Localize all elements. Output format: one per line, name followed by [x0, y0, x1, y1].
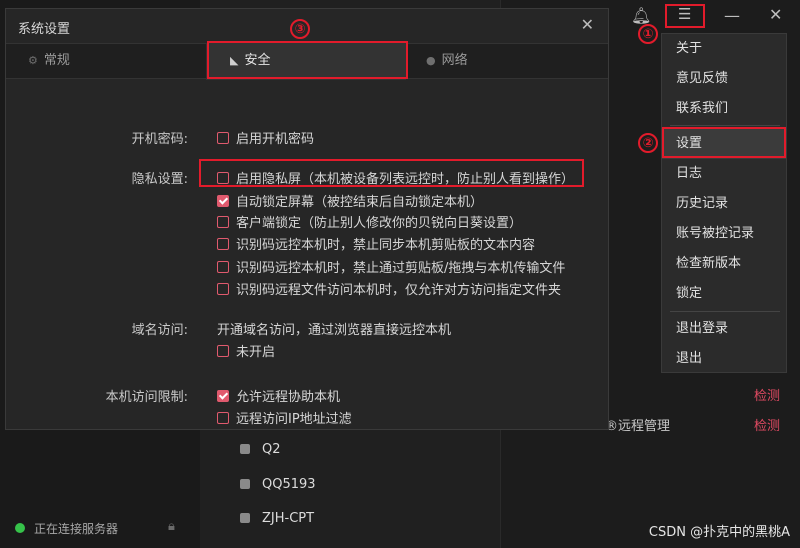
- checkbox[interactable]: [217, 283, 229, 295]
- step-marker-1: ①: [638, 24, 658, 44]
- menu-item-about[interactable]: 关于: [662, 34, 786, 64]
- boot-password-checkbox[interactable]: 启用开机密码: [217, 128, 314, 147]
- main-menu: 关于 意见反馈 联系我们 设置 日志 历史记录 账号被控记录 检查新版本 锁定 …: [661, 33, 787, 373]
- privacy-option-folder-access[interactable]: 识别码远程文件访问本机时，仅允许对方访问指定文件夹: [217, 279, 561, 298]
- privacy-option-auto-lock[interactable]: 自动锁定屏幕（被控结束后自动锁定本机）: [217, 191, 483, 210]
- checkbox[interactable]: [217, 238, 229, 250]
- menu-divider: [670, 311, 780, 312]
- menu-item-contact[interactable]: 联系我们: [662, 94, 786, 124]
- checkbox[interactable]: [217, 412, 229, 424]
- privacy-option-clipboard-text[interactable]: 识别码远控本机时，禁止同步本机剪贴板的文本内容: [217, 234, 535, 253]
- menu-item-lock[interactable]: 锁定: [662, 279, 786, 309]
- privacy-option-file-transfer[interactable]: 识别码远控本机时，禁止通过剪贴板/拖拽与本机传输文件: [217, 257, 565, 276]
- tab-network[interactable]: ● 网络: [426, 44, 596, 80]
- watermark: CSDN @扑克中的黑桃A: [648, 525, 790, 540]
- detect-link[interactable]: 检测: [754, 415, 780, 434]
- device-icon: [240, 444, 250, 454]
- lock-icon[interactable]: 🔒︎: [168, 519, 175, 534]
- list-item[interactable]: ZJH-CPT: [240, 511, 314, 526]
- settings-dialog: 系统设置 ✕ ⚙ 常规 ◣ 安全 ● 网络 开机密码: 启用开机密码 隐私设置: 启用…: [5, 8, 609, 430]
- access-option-remote-assist[interactable]: 允许远程协助本机: [217, 386, 340, 405]
- windows-icon: [240, 479, 250, 489]
- bell-icon[interactable]: 🔔︎: [631, 6, 651, 25]
- checkbox-checked[interactable]: [217, 195, 229, 207]
- list-item[interactable]: Q2: [240, 442, 281, 457]
- highlight-box-settings: [662, 127, 786, 158]
- gear-icon: ⚙: [28, 54, 38, 67]
- privacy-settings-label: 隐私设置:: [131, 172, 188, 187]
- detect-link[interactable]: 检测: [754, 385, 780, 404]
- menu-divider: [670, 125, 780, 126]
- step-marker-2: ②: [638, 133, 658, 153]
- menu-item-exit[interactable]: 退出: [662, 344, 786, 374]
- connection-status-dot: [15, 523, 25, 533]
- list-item[interactable]: QQ5193: [240, 477, 316, 492]
- menu-item-feedback[interactable]: 意见反馈: [662, 64, 786, 94]
- connection-status-text: 正在连接服务器: [34, 522, 119, 536]
- menu-item-history[interactable]: 历史记录: [662, 189, 786, 219]
- domain-access-checkbox[interactable]: 未开启: [217, 341, 275, 360]
- domain-access-label: 域名访问:: [131, 323, 188, 338]
- checkbox[interactable]: [217, 345, 229, 357]
- boot-password-label: 开机密码:: [131, 132, 188, 147]
- menu-item-account-control-log[interactable]: 账号被控记录: [662, 219, 786, 249]
- highlight-box-privacy-screen: [199, 159, 584, 187]
- menu-item-logout[interactable]: 退出登录: [662, 314, 786, 344]
- highlight-box-security-tab: [207, 41, 408, 79]
- checkbox-checked[interactable]: [217, 390, 229, 402]
- checkbox[interactable]: [217, 261, 229, 273]
- dialog-title: 系统设置: [18, 22, 71, 37]
- privacy-option-client-lock[interactable]: 客户端锁定（防止别人修改你的贝锐向日葵设置）: [217, 212, 522, 231]
- checkbox[interactable]: [217, 216, 229, 228]
- windows-icon: [240, 513, 250, 523]
- menu-item-check-update[interactable]: 检查新版本: [662, 249, 786, 279]
- menu-item-log[interactable]: 日志: [662, 159, 786, 189]
- tab-general[interactable]: ⚙ 常规: [28, 44, 198, 80]
- minimize-icon[interactable]: —: [724, 6, 740, 25]
- close-icon[interactable]: ✕: [769, 5, 782, 24]
- domain-access-description: 开通域名访问，通过浏览器直接远控本机: [217, 323, 452, 338]
- remote-management-label: ®远程管理: [605, 419, 671, 434]
- globe-icon: ●: [426, 54, 436, 67]
- access-restriction-label: 本机访问限制:: [105, 390, 188, 405]
- dialog-close-icon[interactable]: ✕: [581, 15, 594, 34]
- access-option-ip-filter[interactable]: 远程访问IP地址过滤: [217, 408, 352, 427]
- step-marker-3: ③: [290, 19, 310, 39]
- highlight-box-menu: [665, 4, 705, 28]
- checkbox[interactable]: [217, 132, 229, 144]
